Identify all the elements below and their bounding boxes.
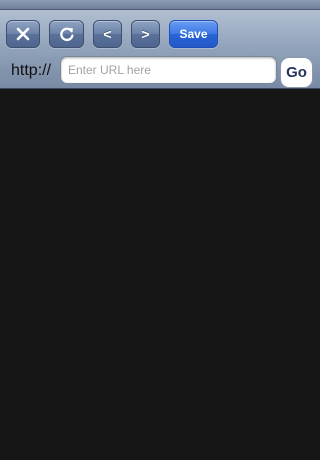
- go-button[interactable]: Go: [280, 57, 313, 88]
- save-label: Save: [179, 27, 208, 41]
- close-icon: [16, 27, 30, 41]
- web-content-area[interactable]: [0, 89, 320, 460]
- url-scheme-label: http://: [11, 62, 52, 79]
- url-input[interactable]: [60, 56, 277, 84]
- back-label: <: [103, 26, 112, 42]
- save-button[interactable]: Save: [169, 20, 218, 48]
- forward-label: >: [141, 26, 150, 42]
- go-label: Go: [286, 64, 307, 81]
- browser-toolbar: < > Save http:// Go: [0, 10, 320, 89]
- reload-icon: [59, 26, 75, 42]
- status-bar: [0, 0, 320, 10]
- close-button[interactable]: [6, 20, 40, 48]
- back-button[interactable]: <: [93, 20, 122, 48]
- forward-button[interactable]: >: [131, 20, 160, 48]
- reload-button[interactable]: [49, 20, 84, 48]
